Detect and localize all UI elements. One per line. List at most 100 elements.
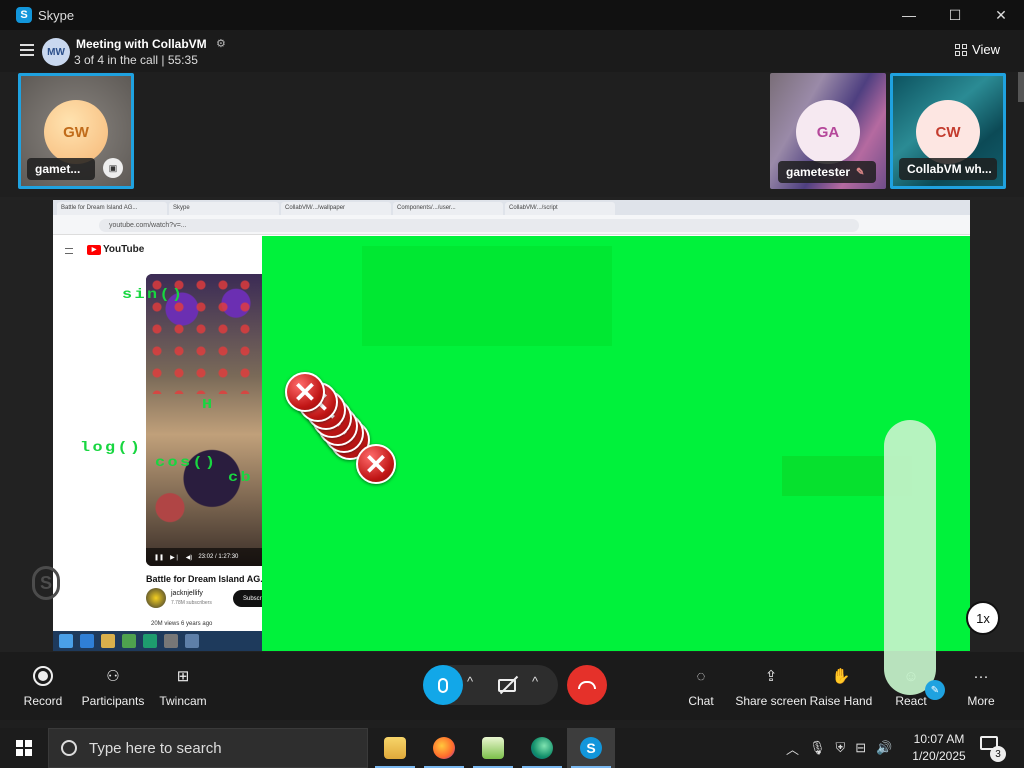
participant-tile-gw[interactable]: GW gamet... ▣ [18, 73, 134, 189]
scrollbar[interactable] [1018, 72, 1024, 102]
notification-center-button[interactable]: 3 [980, 736, 1006, 762]
windows-icon [59, 634, 73, 648]
gear-icon[interactable]: ⚙ [216, 37, 226, 50]
browser-address-bar: youtube.com/watch?v=... [53, 215, 970, 235]
taskbar-notepad[interactable] [469, 728, 517, 768]
record-icon [33, 666, 53, 686]
skype-icon: S [16, 7, 32, 23]
chat-label: Chat [688, 694, 714, 708]
error-icon: ✕ [285, 372, 325, 412]
system-tray: ︿ 🎙 ⛨ ⊟ 🔊 [786, 728, 892, 768]
microphone-icon[interactable]: 🎙 [809, 740, 826, 756]
record-label: Record [23, 694, 63, 708]
more-label: More [967, 694, 995, 708]
raise-hand-button[interactable]: ✋ Raise Hand [801, 666, 881, 708]
share-screen-button[interactable]: ⇪ Share screen [731, 666, 811, 708]
math-text: log() [80, 440, 143, 456]
clock-time: 10:07 AM [913, 732, 965, 746]
microphone-icon [438, 677, 448, 693]
taskbar-skype[interactable]: S [567, 728, 615, 768]
video-title: Battle for Dream Island AG... [146, 574, 268, 584]
math-text: cb [228, 470, 253, 486]
channel-avatar [146, 588, 166, 608]
skype-watermark-icon: S [32, 566, 60, 600]
maximize-button[interactable]: ☐ [932, 0, 978, 30]
participant-name: gametester [786, 165, 851, 179]
grid-view-icon [955, 43, 968, 56]
meeting-avatar[interactable]: MW [42, 38, 70, 66]
meeting-title: Meeting with CollabVM [76, 37, 207, 51]
clock-date: 1/20/2025 [912, 749, 966, 763]
zoom-level-badge[interactable]: 1x [966, 601, 1000, 635]
camera-off-button[interactable] [493, 672, 521, 698]
notification-count: 3 [990, 746, 1006, 762]
microphone-button[interactable] [423, 665, 463, 705]
mic-muted-icon: ✎ [856, 166, 865, 178]
record-button[interactable]: Record [3, 666, 83, 708]
edge-icon [531, 737, 553, 759]
next-icon: ▶❘ [170, 554, 180, 561]
youtube-wordmark: YouTube [103, 244, 145, 255]
twincam-label: Twincam [159, 694, 207, 708]
windows-taskbar: Type here to search S ︿ 🎙 ⛨ ⊟ 🔊 10:07 AM… [0, 728, 1024, 768]
drag-handle-overlay[interactable] [884, 420, 936, 695]
meeting-subtitle: 3 of 4 in the call | 55:35 [74, 53, 198, 67]
windows-logo-icon [16, 740, 32, 756]
participant-avatar: GA [796, 100, 860, 164]
clock[interactable]: 10:07 AM 1/20/2025 [906, 731, 972, 765]
chevron-up-icon[interactable]: ︿ [786, 739, 799, 758]
firefox-icon [433, 737, 455, 759]
chat-icon: ◌ [696, 667, 706, 685]
channel-subscribers: 7.78M subscribers [171, 600, 212, 606]
browser-url: youtube.com/watch?v=... [99, 219, 859, 232]
taskbar-edge[interactable] [518, 728, 566, 768]
youtube-video: ❚❚ ▶❘ ◀) 23:02 / 1:27:30 [146, 274, 266, 566]
math-text: cos() [155, 455, 218, 471]
youtube-menu-icon [65, 248, 73, 254]
folder-icon [384, 737, 406, 759]
window-controls: — ☐ ✕ [886, 0, 1024, 30]
participants-icon: ⚇ [106, 668, 120, 685]
minimize-button[interactable]: — [886, 0, 932, 30]
security-alert-icon[interactable]: ⛨ [836, 740, 846, 756]
camera-options-chevron-icon[interactable]: ^ [532, 674, 538, 689]
more-button[interactable]: ··· More [941, 666, 1021, 709]
pencil-icon[interactable]: ✎ [925, 680, 945, 700]
network-icon[interactable]: ⊟ [855, 740, 866, 756]
error-icon: ✕ [356, 444, 396, 484]
participant-nameplate: gametester ✎ [778, 161, 876, 183]
participants-button[interactable]: ⚇ Participants [73, 666, 153, 708]
channel-name: jacknjellify [171, 590, 203, 597]
browser-tab: Battle for Dream Island AG... [57, 202, 167, 215]
volume-icon[interactable]: 🔊 [876, 740, 892, 756]
shared-screen[interactable]: Battle for Dream Island AG... Skype Coll… [53, 200, 970, 651]
hang-up-button[interactable] [567, 665, 607, 705]
close-button[interactable]: ✕ [978, 0, 1024, 30]
mic-options-chevron-icon[interactable]: ^ [467, 674, 473, 689]
twincam-button[interactable]: ⊞ Twincam [143, 666, 223, 708]
start-button[interactable] [0, 728, 48, 768]
share-screen-icon: ⇪ [764, 668, 778, 685]
call-header: MW Meeting with CollabVM ⚙ 3 of 4 in the… [0, 30, 1024, 72]
taskbar-search[interactable]: Type here to search [48, 728, 368, 768]
ie-icon [80, 634, 94, 648]
more-icon: ··· [973, 667, 989, 685]
hamburger-menu-icon[interactable] [20, 44, 34, 56]
browser-tab: Skype [169, 202, 279, 215]
share-screen-label: Share screen [735, 694, 807, 708]
participant-tile-cw[interactable]: CW CollabVM wh... [890, 73, 1006, 189]
taskbar-file-explorer[interactable] [371, 728, 419, 768]
taskbar-firefox[interactable] [420, 728, 468, 768]
view-button[interactable]: View [955, 42, 1000, 57]
volume-icon: ◀) [185, 554, 193, 561]
video-time: 23:02 / 1:27:30 [198, 554, 239, 560]
excel-icon [122, 634, 136, 648]
chat-button[interactable]: ◌ Chat [661, 666, 741, 709]
participants-label: Participants [81, 694, 145, 708]
participant-tile-ga[interactable]: GA gametester ✎ [770, 73, 886, 189]
browser-tab: CollabVM/.../script [505, 202, 615, 215]
participant-avatar: CW [916, 100, 980, 164]
hand-icon: ✋ [831, 668, 851, 685]
search-icon [61, 740, 77, 756]
raise-hand-label: Raise Hand [809, 694, 873, 708]
